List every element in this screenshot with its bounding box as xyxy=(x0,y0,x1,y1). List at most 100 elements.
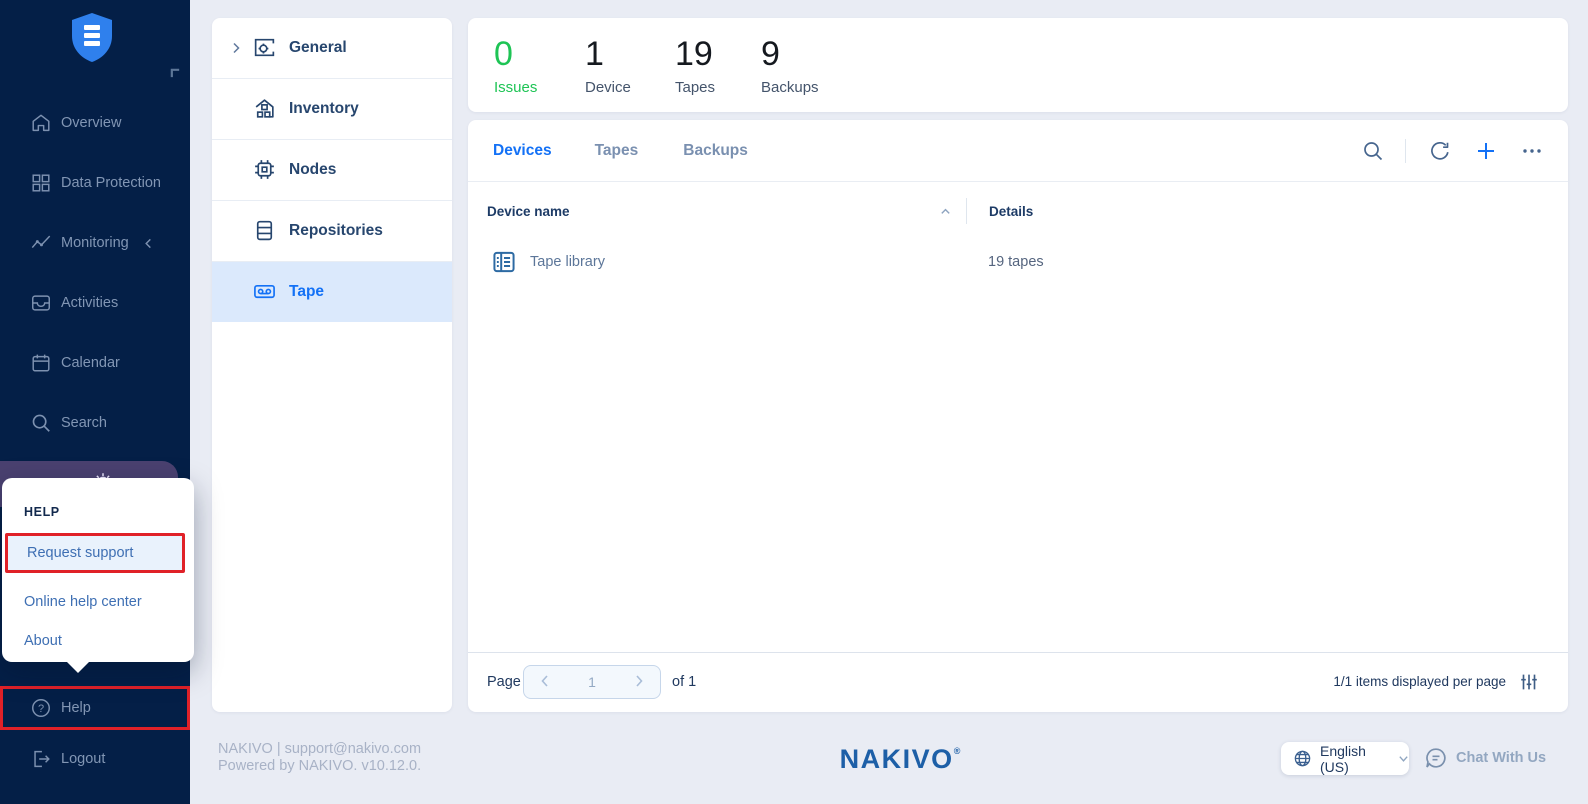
menu-item-label: Request support xyxy=(27,545,134,561)
sidebar-item-label: Activities xyxy=(61,295,119,311)
logout-icon xyxy=(30,748,52,770)
nakivo-shield-logo xyxy=(68,12,116,64)
chat-label: Chat With Us xyxy=(1456,750,1547,766)
add-icon[interactable] xyxy=(1474,139,1498,163)
inventory-icon xyxy=(252,96,278,122)
next-page-icon[interactable] xyxy=(632,674,646,688)
page-size-settings-icon[interactable] xyxy=(1518,671,1540,693)
stat-device: 1 Device xyxy=(585,34,649,96)
summary-stats-card: 0 Issues 1 Device 19 Tapes 9 Backups xyxy=(468,18,1568,112)
home-icon xyxy=(30,112,52,134)
page-stepper[interactable]: 1 xyxy=(523,665,661,699)
settings-nav-label: General xyxy=(289,39,347,56)
sidebar-item-logout[interactable]: Logout xyxy=(0,739,190,779)
settings-nav-inventory[interactable]: Inventory xyxy=(212,79,452,140)
tape-cassette-icon xyxy=(252,279,278,305)
stat-tapes: 19 Tapes xyxy=(675,34,739,96)
inbox-icon xyxy=(30,292,52,314)
items-per-page-info: 1/1 items displayed per page xyxy=(1333,674,1506,689)
tab-backups[interactable]: Backups xyxy=(683,142,748,160)
refresh-icon[interactable] xyxy=(1428,139,1452,163)
device-name-link[interactable]: Tape library xyxy=(530,254,605,270)
help-icon: ? xyxy=(30,697,52,719)
device-details: 19 tapes xyxy=(988,254,1044,270)
sidebar-item-label: Search xyxy=(61,415,107,431)
pagination-bar: Page 1 of 1 1/1 items displayed per page xyxy=(468,652,1568,712)
search-icon[interactable] xyxy=(1361,139,1385,163)
stat-value: 9 xyxy=(761,35,780,73)
stat-label: Device xyxy=(585,79,631,96)
stat-value: 0 xyxy=(494,35,513,73)
column-divider xyxy=(966,198,967,224)
stat-value: 19 xyxy=(675,35,713,73)
column-header-device-name[interactable]: Device name xyxy=(487,204,570,219)
sidebar-item-label: Monitoring xyxy=(61,235,129,251)
popup-pointer xyxy=(66,661,90,673)
settings-nav-label: Tape xyxy=(289,283,325,300)
menu-item-label: Online help center xyxy=(24,594,142,610)
repositories-icon xyxy=(252,218,278,244)
menu-item-label: About xyxy=(24,633,62,649)
tape-library-icon xyxy=(490,248,518,276)
registered-mark: ® xyxy=(953,746,961,756)
language-value: English (US) xyxy=(1320,742,1366,775)
page-of-label: of 1 xyxy=(672,674,697,690)
sidebar-item-label: Help xyxy=(61,700,91,716)
help-popup-menu: HELP Request support Online help center … xyxy=(2,478,194,673)
tab-devices[interactable]: Devices xyxy=(493,142,552,160)
chat-bubble-icon xyxy=(1424,746,1448,770)
sidebar-item-activities[interactable]: Activities xyxy=(0,283,190,323)
search-icon xyxy=(30,412,52,434)
monitoring-chart-icon xyxy=(30,232,52,254)
sidebar-item-label: Overview xyxy=(61,115,122,131)
svg-text:?: ? xyxy=(38,703,44,715)
more-options-icon[interactable] xyxy=(1520,139,1544,163)
sort-ascending-icon[interactable] xyxy=(939,205,952,218)
tab-tapes[interactable]: Tapes xyxy=(595,142,639,160)
nodes-chip-icon xyxy=(252,157,278,183)
settings-nav-label: Inventory xyxy=(289,100,359,117)
stat-label: Tapes xyxy=(675,79,716,96)
toolbar-divider xyxy=(1405,139,1406,163)
sidebar-item-label: Data Protection xyxy=(61,175,161,191)
sidebar-item-calendar[interactable]: Calendar xyxy=(0,343,190,383)
language-selector[interactable]: English (US) xyxy=(1281,742,1409,775)
settings-nav-label: Nodes xyxy=(289,161,337,178)
calendar-icon xyxy=(30,352,52,374)
grid-icon xyxy=(30,172,52,194)
menu-item-about[interactable]: About xyxy=(2,621,194,661)
sidebar-item-overview[interactable]: Overview xyxy=(0,103,190,143)
chat-with-us-button[interactable]: Chat With Us xyxy=(1424,746,1546,770)
column-header-details[interactable]: Details xyxy=(989,204,1033,219)
sidebar-collapse-icon[interactable] xyxy=(170,68,181,79)
chevron-down-icon xyxy=(1398,753,1409,764)
help-popup-title: HELP xyxy=(24,505,60,519)
settings-nav-panel: General Inventory Nodes Repositories Tap… xyxy=(212,18,452,712)
sidebar-item-label: Calendar xyxy=(61,355,120,371)
general-settings-icon xyxy=(252,35,278,61)
settings-nav-label: Repositories xyxy=(289,222,383,239)
settings-nav-tape[interactable]: Tape xyxy=(212,262,452,322)
sidebar-item-data-protection[interactable]: Data Protection xyxy=(0,163,190,203)
globe-icon xyxy=(1293,749,1312,768)
sidebar-item-help[interactable]: ? Help xyxy=(0,688,190,728)
menu-item-request-support[interactable]: Request support xyxy=(5,533,185,573)
page-label: Page xyxy=(487,674,521,690)
table-header: Device name Details xyxy=(468,182,1568,240)
settings-nav-repositories[interactable]: Repositories xyxy=(212,201,452,262)
stat-issues: 0 Issues xyxy=(494,34,558,96)
table-row[interactable]: Tape library 19 tapes xyxy=(468,240,1568,288)
settings-nav-nodes[interactable]: Nodes xyxy=(212,140,452,201)
sidebar: Overview Data Protection Monitoring Acti… xyxy=(0,0,190,804)
menu-item-online-help-center[interactable]: Online help center xyxy=(2,582,194,622)
settings-nav-general[interactable]: General xyxy=(212,18,452,79)
chevron-right-icon[interactable] xyxy=(230,42,244,54)
tape-devices-panel: Devices Tapes Backups Device name Detail… xyxy=(468,120,1568,712)
stat-backups: 9 Backups xyxy=(761,34,825,96)
panel-toolbar xyxy=(1361,120,1544,182)
stat-value: 1 xyxy=(585,35,604,73)
chevron-left-icon[interactable] xyxy=(143,238,154,249)
sidebar-item-search[interactable]: Search xyxy=(0,403,190,443)
stat-label: Issues xyxy=(494,79,538,96)
sidebar-item-monitoring[interactable]: Monitoring xyxy=(0,223,190,263)
